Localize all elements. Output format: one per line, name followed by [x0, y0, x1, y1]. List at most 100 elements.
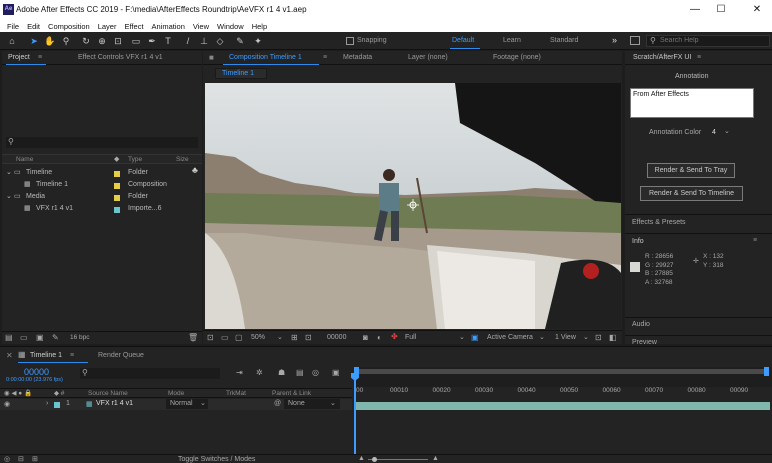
project-item[interactable]: ▦ Timeline 1 Composition: [2, 180, 192, 191]
project-item[interactable]: ▦ VFX r1 4 v1 Importe...6: [2, 204, 192, 215]
panel-menu-icon[interactable]: ≡: [697, 54, 701, 61]
panel-menu-icon[interactable]: ≡: [323, 54, 327, 61]
workspace-learn[interactable]: Learn: [503, 37, 521, 44]
work-area-bar[interactable]: [356, 369, 768, 374]
project-item[interactable]: ⌄ ▭ Media Folder: [2, 192, 192, 203]
zoom-slider-track[interactable]: [368, 459, 428, 460]
show-snapshot-icon[interactable]: ◐: [377, 333, 382, 342]
snapshot-icon[interactable]: ◙: [363, 333, 368, 342]
resolution-select[interactable]: Full: [405, 334, 416, 341]
expand-toggle-icon[interactable]: ⌄: [6, 192, 12, 200]
bpc-label[interactable]: 16 bpc: [70, 334, 90, 341]
type-tool-icon[interactable]: T: [162, 35, 174, 47]
annotation-color-select[interactable]: 4: [712, 129, 716, 136]
render-send-to-tray-button[interactable]: Render & Send To Tray: [647, 163, 735, 178]
comp-breadcrumb[interactable]: Timeline 1: [215, 68, 267, 79]
tab-render-queue[interactable]: Render Queue: [98, 352, 144, 359]
minimize-button[interactable]: —: [686, 3, 704, 17]
hand-tool-icon[interactable]: ✋: [44, 35, 56, 47]
pen-tool-icon[interactable]: ✒: [146, 35, 158, 47]
menu-layer[interactable]: Layer: [94, 20, 121, 32]
expand-modes-icon[interactable]: ⊞: [32, 455, 38, 463]
tab-metadata[interactable]: Metadata: [343, 54, 372, 61]
adjust-project-settings-icon[interactable]: ✎: [52, 333, 59, 342]
preview-title[interactable]: Preview: [632, 339, 657, 344]
flowchart-icon[interactable]: ♣: [192, 165, 198, 175]
close-icon[interactable]: ✕: [6, 351, 13, 360]
menu-composition[interactable]: Composition: [44, 20, 94, 32]
navigator-end-handle[interactable]: [764, 367, 769, 376]
menu-help[interactable]: Help: [248, 20, 271, 32]
puppet-pin-tool-icon[interactable]: ✦: [252, 35, 264, 47]
zoom-tool-icon[interactable]: ⚲: [60, 35, 72, 47]
comp-mini-flowchart-icon[interactable]: ⇥: [236, 368, 243, 377]
channel-icon[interactable]: ✤: [391, 332, 398, 341]
home-icon[interactable]: ⌂: [6, 35, 18, 47]
column-trkmat[interactable]: TrkMat: [226, 390, 246, 397]
tab-effect-controls[interactable]: Effect Controls VFX r1 4 v1: [78, 54, 163, 61]
workspace-standard[interactable]: Standard: [550, 37, 578, 44]
more-workspaces-button[interactable]: »: [612, 35, 617, 45]
expand-toggle-icon[interactable]: ⌄: [6, 168, 12, 176]
zoom-out-icon[interactable]: ▲: [358, 455, 365, 462]
menu-effect[interactable]: Effect: [120, 20, 147, 32]
expand-layer-switches-icon[interactable]: ⊟: [18, 455, 24, 463]
panel-menu-icon[interactable]: ≡: [70, 352, 74, 359]
region-of-interest-icon[interactable]: ⊡: [305, 333, 312, 342]
info-title[interactable]: Info: [632, 238, 644, 245]
menu-window[interactable]: Window: [213, 20, 248, 32]
render-send-to-timeline-button[interactable]: Render & Send To Timeline: [640, 186, 743, 201]
menu-view[interactable]: View: [189, 20, 213, 32]
graph-editor-icon[interactable]: ▣: [332, 368, 340, 377]
workspace-panel-icon[interactable]: [630, 36, 640, 45]
layer-label-swatch[interactable]: [54, 402, 60, 408]
project-item[interactable]: ⌄ ▭ Timeline Folder: [2, 168, 192, 179]
new-composition-icon[interactable]: ▣: [36, 333, 44, 342]
current-time-indicator[interactable]: [354, 375, 356, 463]
frame-blending-icon[interactable]: ▤: [296, 368, 304, 377]
viewer-timecode[interactable]: 00000: [327, 334, 346, 341]
always-preview-icon[interactable]: ⊡: [207, 333, 214, 342]
comp-settings-icon[interactable]: ◎: [4, 455, 10, 463]
delete-icon[interactable]: 🗑: [188, 333, 198, 342]
maximize-button[interactable]: ☐: [712, 3, 730, 17]
tab-composition[interactable]: Composition Timeline 1: [229, 54, 302, 61]
draft-3d-icon[interactable]: ✲: [256, 368, 263, 377]
interpret-footage-icon[interactable]: ▤: [5, 333, 13, 342]
time-navigator[interactable]: [354, 367, 772, 387]
effects-presets-title[interactable]: Effects & Presets: [632, 219, 686, 226]
tab-footage[interactable]: Footage (none): [493, 54, 541, 61]
exposure-icon[interactable]: ◧: [609, 333, 617, 342]
current-time-display[interactable]: 00000: [24, 367, 49, 377]
mask-visibility-icon[interactable]: ▭: [221, 333, 229, 342]
audio-title[interactable]: Audio: [632, 321, 650, 328]
column-size[interactable]: Size: [176, 156, 189, 163]
column-name[interactable]: Name: [16, 156, 33, 163]
time-ruler[interactable]: 00 00010 00020 00030 00040 00050 00060 00070 00…: [354, 387, 772, 399]
zoom-select[interactable]: 50%: [251, 334, 265, 341]
layer-search-field[interactable]: ⚲: [80, 368, 220, 379]
menu-edit[interactable]: Edit: [23, 20, 44, 32]
help-search-field[interactable]: ⚲: [646, 35, 770, 47]
mask-tool-icon[interactable]: ▭: [130, 35, 142, 47]
layer-row[interactable]: ◉ › 1 ▦ VFX r1 4 v1 Normal ⌄ @ None ⌄: [0, 399, 352, 410]
tab-timeline[interactable]: Timeline 1: [30, 352, 62, 359]
menu-animation[interactable]: Animation: [148, 20, 189, 32]
chevron-right-icon[interactable]: ›: [46, 400, 48, 407]
column-source-name[interactable]: Source Name: [88, 390, 128, 397]
column-parent[interactable]: Parent & Link: [272, 390, 311, 397]
snapping-checkbox[interactable]: [346, 37, 354, 45]
column-type[interactable]: Type: [128, 156, 142, 163]
camera-select[interactable]: Active Camera: [487, 334, 533, 341]
lock-icon[interactable]: ■: [209, 53, 214, 62]
grid-guides-icon[interactable]: ⊞: [291, 333, 298, 342]
eraser-tool-icon[interactable]: ◇: [214, 35, 226, 47]
pan-behind-tool-icon[interactable]: ⊡: [112, 35, 124, 47]
layer-name[interactable]: VFX r1 4 v1: [96, 400, 133, 407]
label-color-swatch[interactable]: [114, 171, 120, 177]
project-search-field[interactable]: ⚲: [6, 137, 198, 148]
close-button[interactable]: ✕: [748, 3, 766, 17]
clone-stamp-tool-icon[interactable]: ⊥: [198, 35, 210, 47]
selection-tool-icon[interactable]: ➤: [28, 35, 40, 47]
roto-brush-tool-icon[interactable]: ✎: [234, 35, 246, 47]
